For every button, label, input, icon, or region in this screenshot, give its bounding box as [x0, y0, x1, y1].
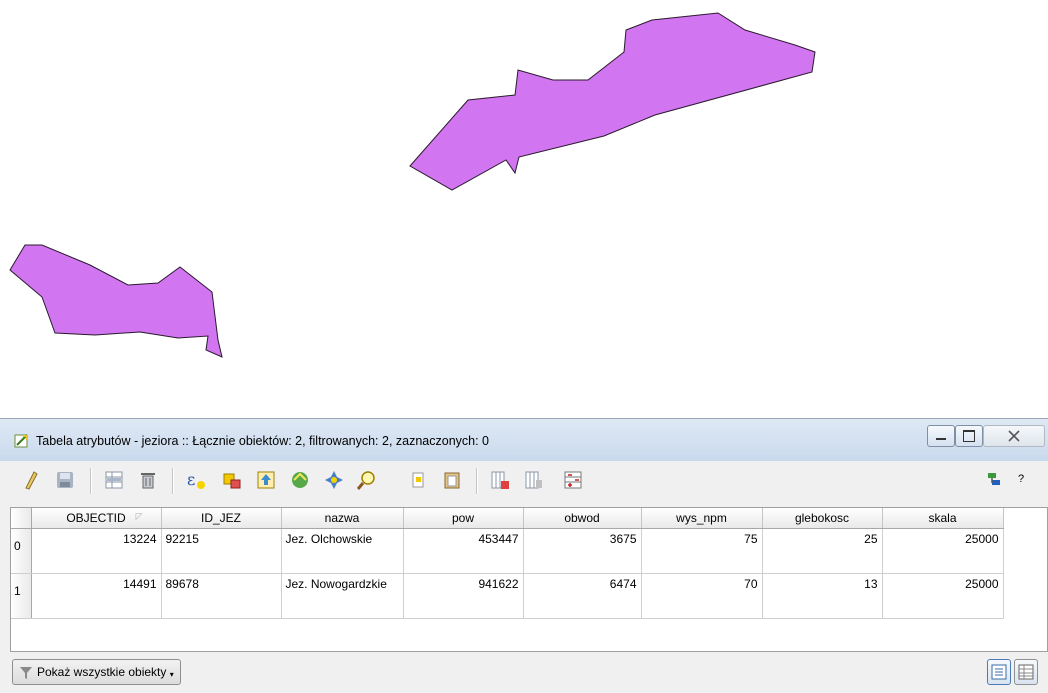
maximize-button[interactable]: [955, 425, 983, 447]
table-cell[interactable]: 25000: [882, 573, 1004, 619]
paste-icon[interactable]: [442, 470, 462, 490]
table-cell[interactable]: 25: [762, 528, 883, 574]
column-header[interactable]: skala: [882, 508, 1004, 529]
toolbar-separator: [90, 468, 92, 494]
table-cell[interactable]: 13224: [31, 528, 162, 574]
table-cell[interactable]: 92215: [161, 528, 282, 574]
pan-to-selected-icon[interactable]: [324, 470, 344, 490]
move-to-top-icon[interactable]: [290, 470, 310, 490]
form-view-button[interactable]: [987, 659, 1011, 685]
column-header[interactable]: pow: [403, 508, 524, 529]
column-header-label: ID_JEZ: [200, 511, 241, 525]
lake-polygon-nowogardzkie[interactable]: [9, 244, 223, 358]
sort-indicator-icon: ◸: [135, 511, 143, 521]
table-cell[interactable]: 70: [641, 573, 763, 619]
table-view-icon: [1018, 664, 1034, 680]
dropdown-arrow-icon: ▾: [169, 670, 174, 679]
bottom-bar: Pokaż wszystkie obiekty ▾: [0, 653, 1048, 693]
help-button[interactable]: ?: [1018, 473, 1024, 485]
table-cell[interactable]: Jez. Nowogardzkie: [281, 573, 404, 619]
invert-selection-icon[interactable]: [256, 470, 276, 490]
table-cell[interactable]: 89678: [161, 573, 282, 619]
pencil-icon[interactable]: [20, 470, 40, 490]
field-calculator-icon[interactable]: [563, 470, 583, 490]
column-header-label: glebokosc: [794, 511, 850, 525]
delete-column-icon[interactable]: [490, 470, 510, 490]
toolbar: ε ?: [0, 461, 1048, 501]
column-header[interactable]: OBJECTID ◸: [31, 508, 162, 529]
lake-polygon-olchowskie[interactable]: [409, 12, 816, 191]
column-header-label: pow: [451, 511, 474, 525]
delete-selected-icon[interactable]: [104, 470, 124, 490]
table-view-button[interactable]: [1014, 659, 1038, 685]
close-icon: [1008, 430, 1020, 442]
column-header-label: nazwa: [324, 511, 360, 525]
close-button[interactable]: [983, 425, 1045, 447]
column-header[interactable]: ID_JEZ: [161, 508, 282, 529]
attribute-table-window: Tabela atrybutów - jeziora :: Łącznie ob…: [0, 418, 1048, 693]
qgis-table-icon: [14, 434, 28, 448]
column-header-label: OBJECTID: [66, 511, 126, 525]
expression-select-icon[interactable]: ε: [186, 470, 206, 490]
column-header[interactable]: nazwa: [281, 508, 404, 529]
column-header-label: skala: [928, 511, 957, 525]
window-title: Tabela atrybutów - jeziora :: Łącznie ob…: [36, 434, 490, 448]
table-cell[interactable]: 14491: [31, 573, 162, 619]
select-all-icon[interactable]: [222, 470, 242, 490]
column-header[interactable]: wys_npm: [641, 508, 763, 529]
row-header[interactable]: 0: [11, 528, 32, 574]
trash-icon[interactable]: [138, 470, 158, 490]
minimize-icon: [936, 438, 946, 440]
maximize-icon: [963, 430, 975, 442]
table-cell[interactable]: 13: [762, 573, 883, 619]
title-bar: Tabela atrybutów - jeziora :: Łącznie ob…: [0, 419, 1048, 461]
toolbar-separator: [172, 468, 174, 494]
filter-menu-button[interactable]: Pokaż wszystkie obiekty ▾: [12, 659, 181, 685]
column-header-label: obwod: [564, 511, 600, 525]
minimize-button[interactable]: [927, 425, 955, 447]
table-cell[interactable]: 3675: [523, 528, 642, 574]
copy-icon[interactable]: [408, 470, 428, 490]
map-canvas[interactable]: [0, 0, 1048, 418]
column-header-label: wys_npm: [676, 511, 727, 525]
table-cell[interactable]: 941622: [403, 573, 524, 619]
row-header[interactable]: 1: [11, 573, 32, 619]
filter-label: Pokaż wszystkie obiekty: [37, 665, 167, 679]
table-cell[interactable]: 6474: [523, 573, 642, 619]
header-row: OBJECTID ◸ ID_JEZ nazwa pow obwod wys_npm…: [11, 508, 1004, 529]
svg-text:ε: ε: [187, 470, 195, 489]
dock-icon[interactable]: [984, 470, 1004, 490]
column-header[interactable]: glebokosc: [762, 508, 883, 529]
toolbar-separator: [476, 468, 478, 494]
table-cell[interactable]: 75: [641, 528, 763, 574]
form-view-icon: [991, 664, 1007, 680]
table-cell[interactable]: 453447: [403, 528, 524, 574]
column-header[interactable]: obwod: [523, 508, 642, 529]
save-icon[interactable]: [55, 470, 75, 490]
table-row[interactable]: 1 14491 89678 Jez. Nowogardzkie 941622 6…: [11, 573, 1004, 619]
add-column-icon[interactable]: [524, 470, 544, 490]
attribute-table[interactable]: OBJECTID ◸ ID_JEZ nazwa pow obwod wys_npm…: [10, 507, 1048, 652]
table-cell[interactable]: Jez. Olchowskie: [281, 528, 404, 574]
table-cell[interactable]: 25000: [882, 528, 1004, 574]
corner-cell[interactable]: [11, 508, 32, 529]
filter-icon: [20, 667, 32, 679]
zoom-to-selected-icon[interactable]: [357, 470, 377, 490]
table-row[interactable]: 0 13224 92215 Jez. Olchowskie 453447 367…: [11, 528, 1004, 574]
